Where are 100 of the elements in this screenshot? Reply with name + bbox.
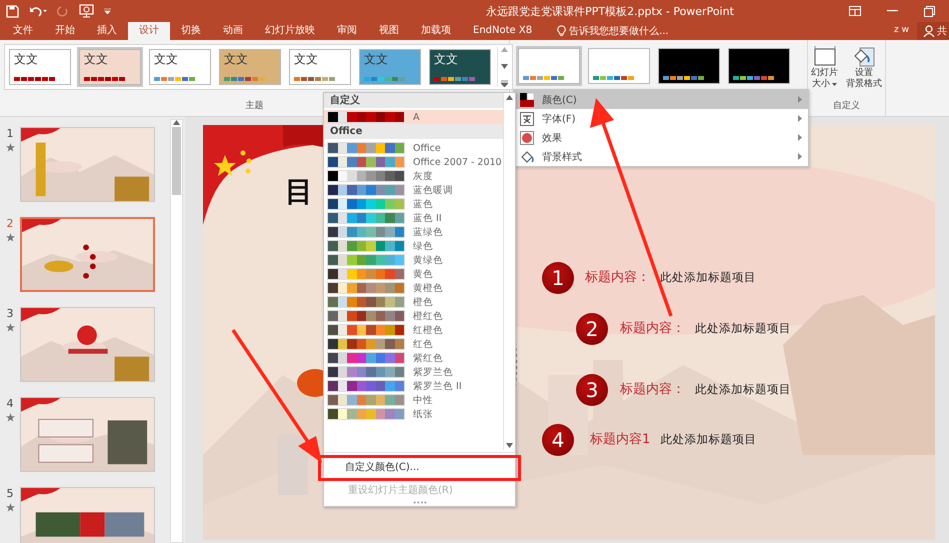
ribbon-tab[interactable]: 加载项 bbox=[410, 22, 462, 40]
variant-thumbnail[interactable] bbox=[586, 46, 652, 86]
color-scheme-item[interactable]: 纸张 bbox=[324, 407, 503, 421]
scroll-down-icon[interactable] bbox=[500, 64, 508, 68]
ribbon-tab[interactable]: EndNote X8 bbox=[462, 22, 544, 40]
theme-sample-text: 文文 bbox=[14, 53, 39, 66]
font-icon bbox=[520, 112, 534, 126]
ribbon-tab[interactable]: 动画 bbox=[212, 22, 254, 40]
color-scheme-item[interactable]: 蓝色暖调 bbox=[324, 183, 503, 197]
item-heading: 标题内容： bbox=[620, 381, 685, 398]
ribbon-tab[interactable]: 设计 bbox=[128, 22, 170, 40]
slide-number: 4 bbox=[6, 397, 14, 410]
menu-item[interactable]: 自定义颜色(C)... bbox=[321, 458, 518, 478]
menu-item[interactable]: 颜色(C) bbox=[514, 90, 808, 109]
lightbulb-icon bbox=[557, 25, 566, 37]
theme-thumbnail[interactable]: 文文 bbox=[427, 47, 493, 87]
color-scheme-item[interactable]: 绿色 bbox=[324, 239, 503, 253]
item-text: 此处添加标题项目 bbox=[660, 432, 756, 447]
slide-title: 目 bbox=[285, 174, 313, 210]
item-heading: 标题内容1 bbox=[590, 431, 650, 448]
theme-thumbnail[interactable]: 文文 bbox=[287, 47, 353, 87]
color-scheme-item[interactable]: 黄色 bbox=[324, 267, 503, 281]
color-scheme-item[interactable]: 中性 bbox=[324, 393, 503, 407]
theme-sample-text: 文文 bbox=[364, 53, 389, 66]
scroll-up-icon[interactable] bbox=[506, 95, 513, 100]
ribbon-tab[interactable]: 插入 bbox=[86, 22, 128, 40]
submenu-arrow-icon bbox=[798, 96, 802, 103]
theme-thumbnail[interactable]: 文文 bbox=[217, 47, 283, 87]
star-icon bbox=[6, 413, 14, 422]
ribbon-tab[interactable]: 幻灯片放映 bbox=[254, 22, 326, 40]
color-scheme-item[interactable]: 紫罗兰色 II bbox=[324, 379, 503, 393]
format-background-button[interactable]: 设置 背景格式 bbox=[843, 44, 885, 92]
slide-size-button[interactable]: 幻灯片 大小 bbox=[808, 44, 841, 92]
theme-thumbnail[interactable]: 文文 bbox=[147, 47, 213, 87]
scrollbar-thumb[interactable] bbox=[172, 127, 181, 195]
color-scheme-item[interactable]: 紫红色 bbox=[324, 351, 503, 365]
slide-number: 1 bbox=[6, 127, 14, 140]
ribbon-tab[interactable]: 开始 bbox=[44, 22, 86, 40]
color-scheme-item[interactable]: Office 2007 - 2010 bbox=[324, 155, 503, 169]
paint-bucket-icon bbox=[520, 150, 534, 164]
item-text: 此处添加标题项目 bbox=[695, 382, 791, 397]
paint-bucket-icon bbox=[852, 46, 876, 68]
color-scheme-item[interactable]: 紫罗兰色 bbox=[324, 365, 503, 379]
user-name[interactable]: z w bbox=[886, 22, 917, 40]
caret-icon[interactable] bbox=[104, 8, 111, 14]
person-icon bbox=[923, 25, 935, 37]
submenu-arrow-icon bbox=[798, 134, 802, 141]
scrollbar[interactable] bbox=[170, 119, 183, 543]
slide-number: 5 bbox=[6, 487, 14, 500]
caret-icon bbox=[832, 83, 837, 86]
effects-icon bbox=[520, 130, 534, 144]
resize-grip-icon[interactable] bbox=[412, 501, 426, 504]
color-scheme-icon bbox=[520, 92, 534, 106]
ribbon-options-icon[interactable] bbox=[849, 6, 861, 16]
ribbon-tab[interactable]: 视图 bbox=[368, 22, 410, 40]
ribbon-tab[interactable]: 文件 bbox=[2, 22, 44, 40]
minimize-icon[interactable] bbox=[887, 10, 898, 12]
menu-item[interactable]: 背景样式 bbox=[514, 147, 808, 166]
share-button[interactable]: 共 bbox=[917, 22, 949, 40]
color-scheme-item[interactable]: 红橙色 bbox=[324, 323, 503, 337]
undo-icon[interactable] bbox=[29, 4, 47, 18]
variant-thumbnail[interactable] bbox=[726, 46, 792, 86]
section-header: 自定义 bbox=[324, 93, 503, 108]
color-scheme-item[interactable]: 灰度 bbox=[324, 169, 503, 183]
ribbon-tab[interactable]: 审阅 bbox=[326, 22, 368, 40]
restore-icon[interactable] bbox=[924, 6, 935, 16]
more-icon[interactable] bbox=[500, 80, 508, 87]
slideshow-icon[interactable] bbox=[79, 4, 94, 18]
theme-thumbnail[interactable]: 文文 bbox=[77, 47, 143, 87]
item-text: 此处添加标题项目 bbox=[695, 321, 791, 336]
color-scheme-item[interactable]: 黄绿色 bbox=[324, 253, 503, 267]
color-scheme-item[interactable]: A bbox=[324, 110, 503, 124]
color-scheme-item[interactable]: 蓝绿色 bbox=[324, 225, 503, 239]
slide-size-icon bbox=[812, 46, 836, 68]
menu-item[interactable]: 效果 bbox=[514, 128, 808, 147]
theme-thumbnail[interactable]: 文文 bbox=[357, 47, 423, 87]
color-scheme-item[interactable]: 蓝色 II bbox=[324, 211, 503, 225]
scroll-down-icon[interactable] bbox=[506, 443, 513, 448]
theme-sample-text: 文文 bbox=[84, 53, 109, 66]
color-scheme-item[interactable]: 橙红色 bbox=[324, 309, 503, 323]
save-icon[interactable] bbox=[6, 4, 19, 18]
submenu-arrow-icon bbox=[798, 153, 802, 160]
star-icon bbox=[6, 233, 14, 242]
color-scheme-item[interactable]: 黄橙色 bbox=[324, 281, 503, 295]
color-scheme-item[interactable]: 红色 bbox=[324, 337, 503, 351]
slide-number: 3 bbox=[6, 307, 14, 320]
color-scheme-item[interactable]: 蓝色 bbox=[324, 197, 503, 211]
theme-sample-text: 文文 bbox=[224, 53, 249, 66]
tell-me-field[interactable]: 告诉我您想要做什么... bbox=[557, 22, 680, 40]
theme-thumbnail[interactable]: 文文 bbox=[7, 47, 73, 87]
scroll-up-icon[interactable] bbox=[173, 120, 180, 125]
variant-thumbnail[interactable] bbox=[656, 46, 722, 86]
scrollbar[interactable] bbox=[503, 93, 515, 450]
color-scheme-item[interactable]: 橙色 bbox=[324, 295, 503, 309]
ribbon-tab[interactable]: 切换 bbox=[170, 22, 212, 40]
star-icon bbox=[6, 503, 14, 512]
color-scheme-item[interactable]: Office bbox=[324, 141, 503, 155]
star-icon bbox=[6, 323, 14, 332]
theme-sample-text: 文文 bbox=[434, 53, 459, 66]
variant-thumbnail[interactable] bbox=[516, 46, 582, 86]
